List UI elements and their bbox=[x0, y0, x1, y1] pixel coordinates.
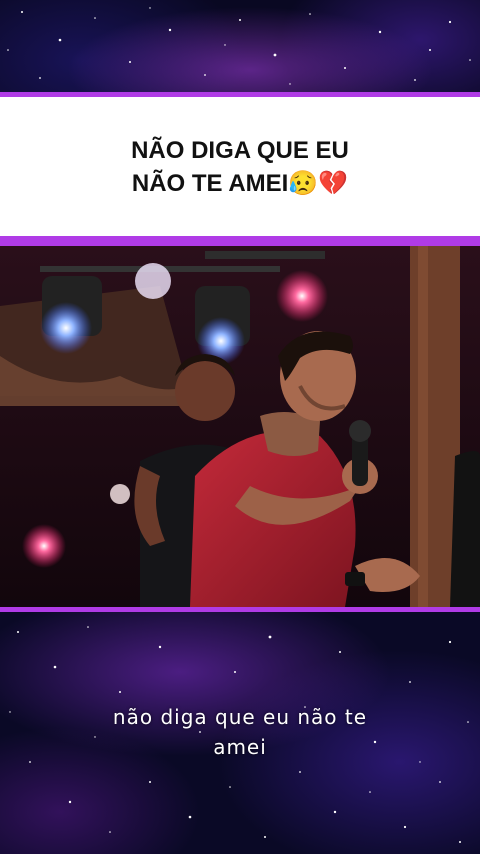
lyric-caption-line2: amei bbox=[213, 735, 267, 759]
song-title-line2-text: NÃO TE AMEI bbox=[131, 169, 289, 197]
title-panel: NÃO DIGA QUE EU NÃO TE AMEI😥💔 bbox=[0, 97, 480, 236]
top-galaxy-background bbox=[0, 0, 480, 92]
song-title: NÃO DIGA QUE EU NÃO TE AMEI😥💔 bbox=[90, 134, 390, 200]
starfield-top bbox=[7, 7, 471, 85]
accent-bar-middle bbox=[0, 236, 480, 246]
video-frame[interactable] bbox=[0, 246, 480, 607]
song-title-line1: NÃO DIGA QUE EU bbox=[131, 136, 349, 164]
sad-broken-heart-emoji: 😥💔 bbox=[288, 169, 349, 197]
song-title-line2: NÃO TE AMEI😥💔 bbox=[90, 167, 390, 200]
concert-scene bbox=[0, 246, 480, 607]
lyric-caption: não diga que eu não te amei bbox=[40, 702, 440, 762]
lyric-caption-line1: não diga que eu não te bbox=[112, 705, 368, 729]
